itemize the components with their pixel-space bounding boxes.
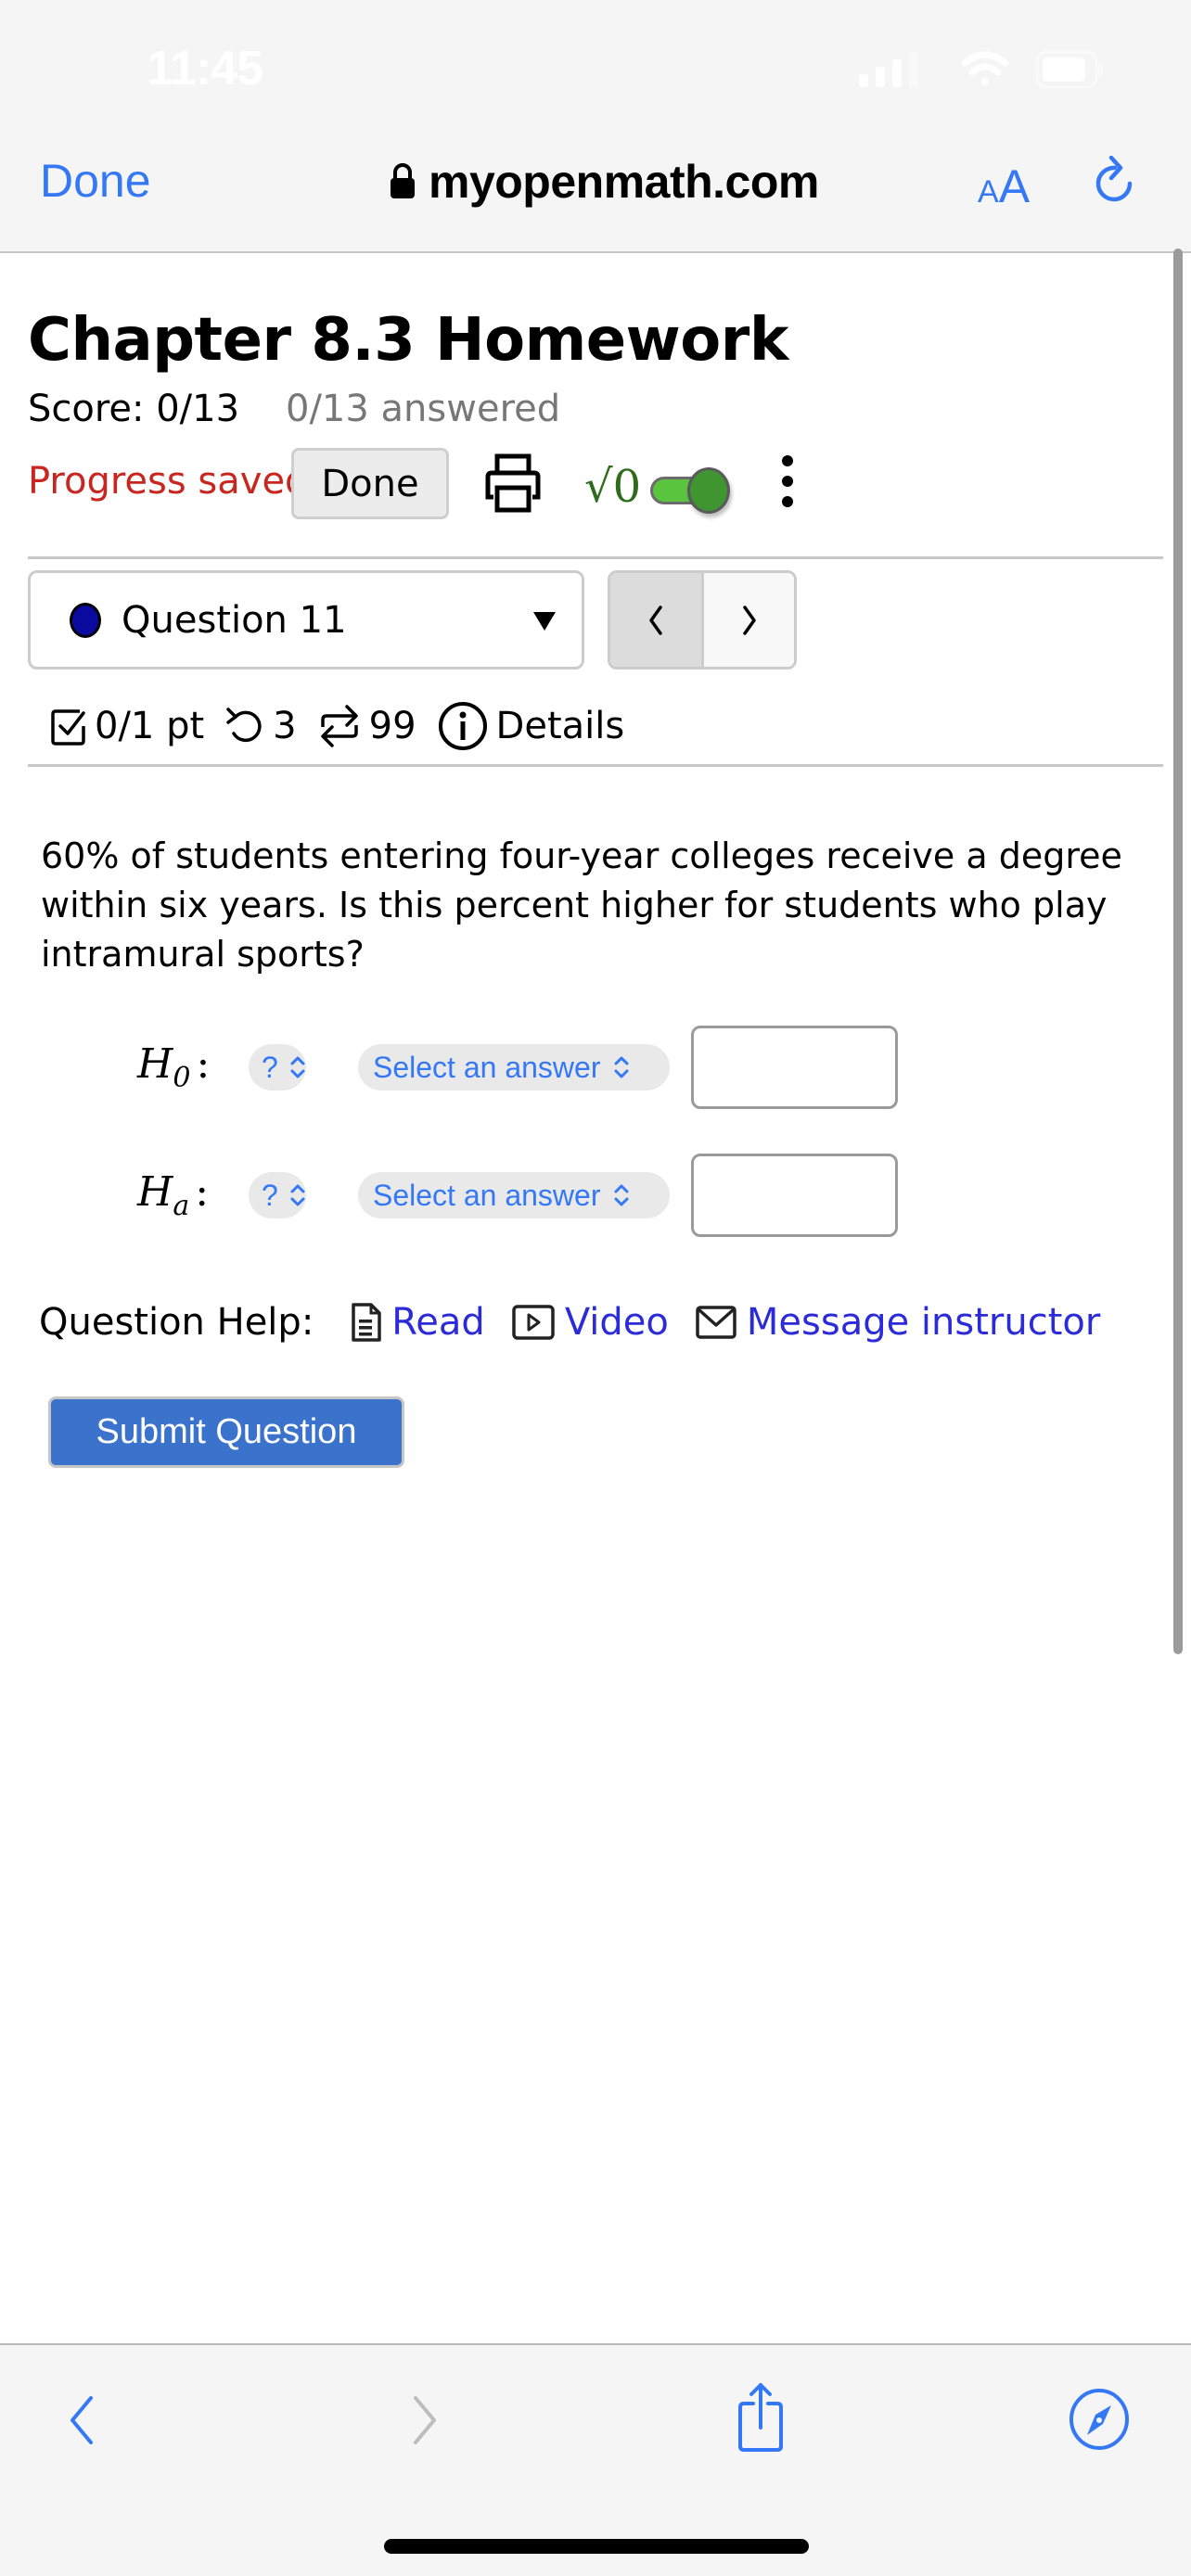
address-bar[interactable]: myopenmath.com — [390, 152, 819, 211]
question-pager — [608, 570, 797, 670]
answer-placeholder: Select an answer — [373, 1178, 601, 1212]
question-text: 60% of students entering four-year colle… — [41, 835, 1122, 975]
signal-icon — [859, 52, 918, 87]
status-time: 11:45 — [147, 42, 263, 96]
answer-placeholder: Select an answer — [373, 1050, 601, 1084]
checkbox-check-icon — [50, 706, 87, 746]
kebab-menu-icon[interactable] — [772, 450, 803, 513]
document-icon — [351, 1302, 382, 1343]
score-text: Score: 0/13 — [28, 388, 240, 430]
text-size-button[interactable]: A A — [978, 159, 1030, 213]
updown-chevron-icon — [614, 1056, 629, 1078]
alternative-parameter-select[interactable]: Select an answer — [358, 1172, 670, 1218]
browser-top-bar — [0, 0, 1191, 253]
caret-down-icon — [533, 612, 556, 631]
null-hypothesis-label: H0: — [137, 1040, 211, 1094]
video-link[interactable]: Video — [511, 1301, 669, 1344]
video-play-icon — [511, 1304, 556, 1341]
message-instructor-link[interactable]: Message instructor — [695, 1301, 1100, 1344]
sqrt-icon: √0 — [584, 461, 642, 513]
null-value-input[interactable] — [691, 1026, 898, 1109]
math-entry-toggle[interactable]: √0 — [584, 454, 733, 519]
question-select[interactable]: Question 11 — [28, 570, 584, 670]
chevron-right-icon — [742, 605, 756, 635]
operator-placeholder: ? — [262, 1050, 278, 1084]
versions-icon — [317, 703, 362, 749]
retries-value: 3 — [273, 705, 297, 747]
divider — [28, 764, 1163, 767]
divider — [28, 556, 1163, 559]
text-size-small-a: A — [978, 174, 999, 210]
assignment-done-button[interactable]: Done — [291, 448, 449, 519]
details-link[interactable]: Details — [496, 705, 625, 747]
question-status-dot — [70, 602, 101, 638]
safari-done-button[interactable]: Done — [40, 154, 151, 208]
operator-placeholder: ? — [262, 1178, 278, 1212]
retry-icon — [224, 706, 265, 746]
toggle-switch[interactable] — [650, 467, 731, 514]
question-help: Question Help: Read Video Message instru… — [39, 1294, 1126, 1350]
question-select-label: Question 11 — [122, 598, 347, 642]
back-icon[interactable] — [61, 2392, 98, 2448]
forward-icon[interactable] — [408, 2392, 445, 2448]
alternative-hypothesis-label: Ha: — [137, 1168, 210, 1222]
previous-question-button[interactable] — [610, 573, 704, 667]
text-size-big-a: A — [998, 160, 1031, 212]
alternative-value-input[interactable] — [691, 1154, 898, 1237]
envelope-icon — [695, 1305, 737, 1340]
battery-icon — [1035, 50, 1103, 89]
message-instructor-label: Message instructor — [746, 1301, 1101, 1344]
submit-question-button[interactable]: Submit Question — [48, 1396, 404, 1468]
null-parameter-select[interactable]: Select an answer — [358, 1044, 670, 1090]
compass-icon[interactable] — [1069, 2387, 1130, 2452]
page-title: Chapter 8.3 Homework — [28, 306, 788, 375]
info-icon[interactable] — [437, 700, 489, 752]
question-meta: 0/1 pt 3 99 Details — [50, 695, 645, 757]
updown-chevron-icon — [614, 1184, 629, 1206]
page-scrollbar[interactable] — [1173, 249, 1183, 1654]
chevron-left-icon — [649, 605, 662, 635]
url-text: myopenmath.com — [429, 156, 819, 208]
printer-icon[interactable] — [484, 453, 542, 514]
lock-icon — [391, 163, 415, 198]
home-indicator — [384, 2539, 809, 2554]
updown-chevron-icon — [290, 1184, 305, 1206]
alternative-operator-select[interactable]: ? — [249, 1172, 306, 1218]
reload-icon[interactable] — [1093, 156, 1139, 210]
alternative-hypothesis-row: Ha: ? Select an answer — [137, 1154, 907, 1237]
versions-value: 99 — [368, 705, 416, 747]
wifi-icon — [961, 51, 1009, 85]
read-link-label: Read — [391, 1301, 485, 1344]
progress-status: Progress saved — [28, 460, 309, 503]
question-help-label: Question Help: — [39, 1301, 314, 1344]
answered-count: 0/13 answered — [286, 388, 561, 430]
points-value: 0/1 pt — [95, 705, 205, 747]
next-question-button[interactable] — [704, 573, 794, 667]
null-operator-select[interactable]: ? — [249, 1044, 306, 1090]
toggle-knob — [687, 467, 731, 514]
updown-chevron-icon — [290, 1056, 305, 1078]
video-link-label: Video — [564, 1301, 669, 1344]
null-hypothesis-row: H0: ? Select an answer — [137, 1026, 907, 1109]
share-icon[interactable] — [733, 2381, 788, 2455]
read-link[interactable]: Read — [351, 1301, 485, 1344]
status-icons — [859, 50, 1103, 89]
